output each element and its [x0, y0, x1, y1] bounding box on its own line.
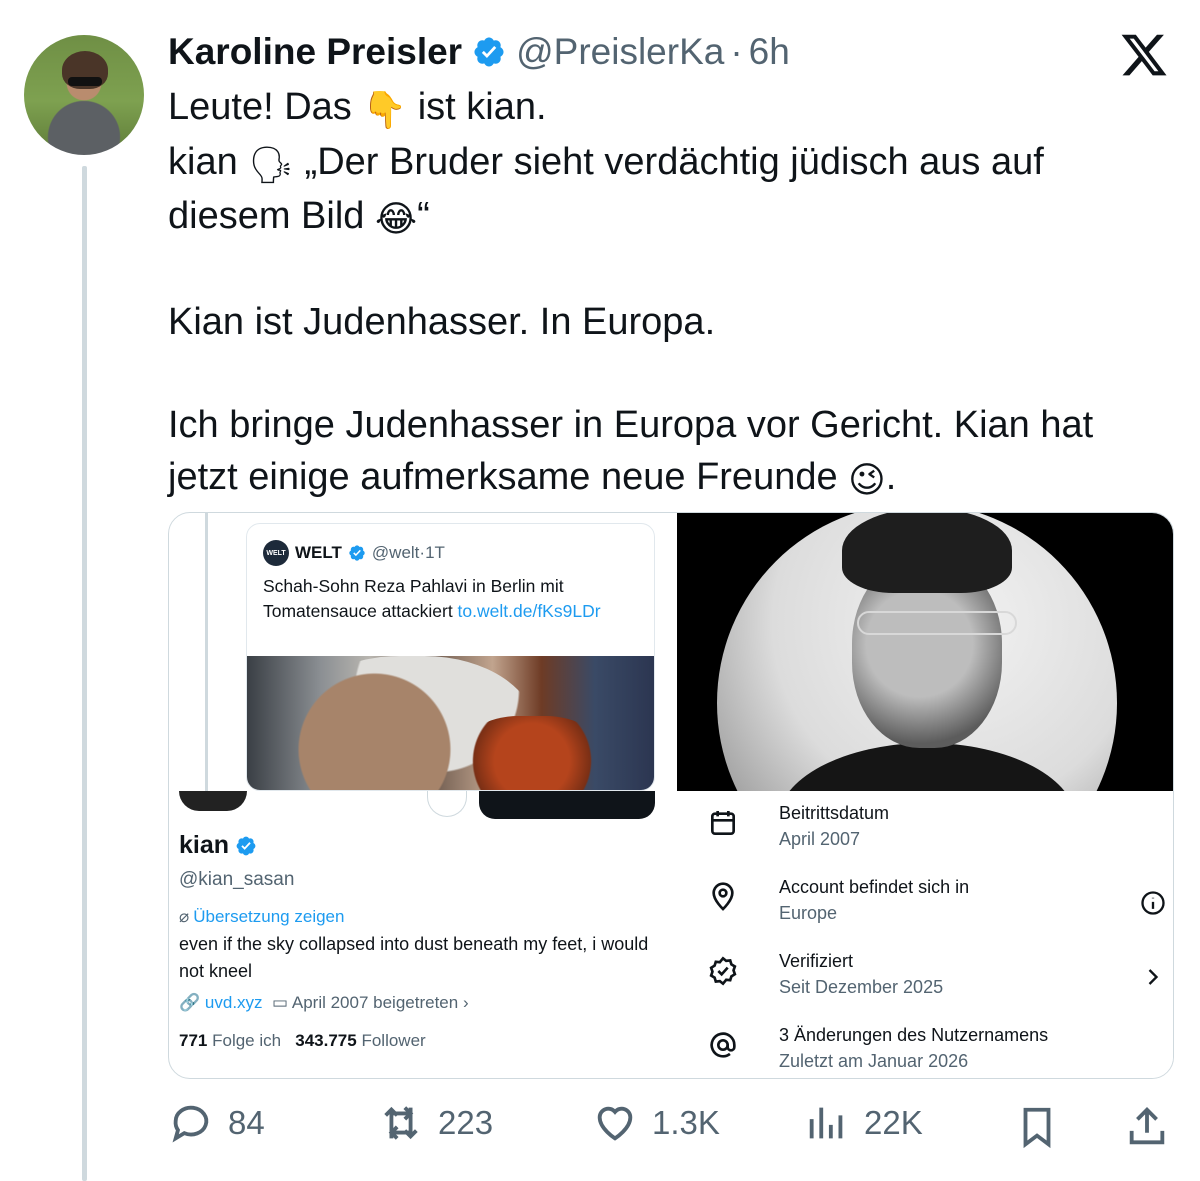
- photo-circle: [717, 513, 1117, 791]
- quoted-handle: @welt: [371, 543, 420, 562]
- screenshot-left: WELT WELT @welt · 1T Schah-Sohn Reza Pah…: [169, 513, 677, 1078]
- quoted-tweet[interactable]: WELT WELT @welt · 1T Schah-Sohn Reza Pah…: [246, 523, 655, 791]
- about-sub: Seit Dezember 2025: [779, 977, 944, 997]
- thread-line: [82, 166, 87, 1181]
- verified-badge-icon: [474, 37, 504, 67]
- profile-website: uvd.xyz: [204, 993, 263, 1012]
- author-avatar[interactable]: [24, 35, 144, 155]
- reply-icon: [172, 1105, 209, 1143]
- verified-badge-icon: [236, 836, 256, 855]
- about-title: Account befindet sich in: [779, 877, 970, 897]
- photo-glasses: [857, 611, 1017, 635]
- about-sub: April 2007: [779, 829, 861, 849]
- share-icon[interactable]: [1124, 1104, 1170, 1150]
- quote-thread-line: [205, 513, 208, 791]
- photo-hair: [842, 513, 1012, 593]
- post-text: Leute! Das 👇 ist kian. kian 🗣 „Der Brude…: [168, 82, 1178, 506]
- translate-icon: ⌀: [179, 907, 190, 926]
- author-handle[interactable]: @PreislerKa: [516, 30, 724, 74]
- like-count: 1.3K: [652, 1104, 720, 1141]
- about-title: 3 Änderungen des Nutzernamens: [779, 1025, 1049, 1045]
- tears-of-joy-emoji: 😂: [374, 199, 418, 240]
- repost-button[interactable]: 223: [378, 1100, 493, 1146]
- about-sub: Zuletzt am Januar 2026: [779, 1051, 969, 1071]
- reply-count: 84: [228, 1104, 265, 1141]
- profile-meta: 🔗 uvd.xyz ▭ April 2007 beigetreten ›: [179, 993, 469, 1013]
- post-time[interactable]: 6h: [749, 30, 790, 74]
- views-count: 22K: [864, 1104, 923, 1141]
- separator-dot: ·: [730, 31, 743, 72]
- avatar-sunglasses: [68, 77, 102, 86]
- about-title: Verifiziert: [779, 951, 854, 971]
- follow-button: [479, 791, 655, 819]
- translate-link: ⌀ Übersetzung zeigen: [179, 907, 345, 926]
- author-name[interactable]: Karoline Preisler: [168, 30, 462, 74]
- pointing-down-emoji: 👇: [362, 90, 408, 131]
- post-header: Karoline Preisler @PreislerKa · 6h: [168, 30, 790, 74]
- chevron-right-icon: [1148, 969, 1159, 985]
- x-logo-icon[interactable]: [1118, 30, 1170, 80]
- post-line-5: Ich bringe Judenhasser in Europa vor Ger…: [168, 404, 1094, 446]
- message-button: [427, 791, 467, 817]
- quoted-text: Schah-Sohn Reza Pahlavi in Berlin mit To…: [263, 576, 601, 621]
- post-line-2: kian 🗣 „Der Bruder sieht verdächtig jüdi…: [168, 137, 1178, 192]
- photo-shirt: [777, 743, 1077, 791]
- reply-button[interactable]: 84: [168, 1100, 265, 1146]
- verified-badge-icon: [709, 956, 737, 986]
- link-icon: 🔗: [179, 993, 201, 1012]
- post-line-6: jetzt einige aufmerksame neue Freunde 😉.: [168, 452, 1178, 507]
- calendar-icon: ▭: [272, 993, 289, 1012]
- at-sign-icon: [710, 1032, 736, 1058]
- bookmark-icon[interactable]: [1014, 1104, 1060, 1150]
- info-icon: [1141, 891, 1165, 915]
- about-sub: Europe: [779, 903, 838, 923]
- photo-sauce: [462, 716, 602, 790]
- about-title: Beitrittsdatum: [779, 803, 890, 823]
- post-line-4: Kian ist Judenhasser. In Europa.: [168, 301, 716, 343]
- action-bar: 84 223 1.3K 22K: [168, 1100, 1178, 1154]
- profile-joined: April 2007 beigetreten: [291, 993, 459, 1012]
- screenshot-right: Beitrittsdatum April 2007 Account befind…: [677, 513, 1173, 1078]
- heart-icon: [597, 1106, 633, 1141]
- welt-logo-icon: WELT: [263, 540, 289, 566]
- post-line-1: Leute! Das 👇 ist kian.: [168, 82, 1178, 137]
- profile-avatar: [179, 791, 247, 811]
- profile-name: kian: [179, 831, 230, 859]
- chevron-right-icon: ›: [462, 993, 469, 1012]
- views-button[interactable]: 22K: [804, 1100, 923, 1146]
- quoted-time: 1T: [425, 543, 445, 562]
- location-pin-icon: [712, 882, 734, 911]
- quoted-name: WELT: [295, 543, 342, 562]
- profile-photo: [677, 513, 1173, 791]
- followers-count: 343.775: [295, 1031, 357, 1050]
- profile-stats: 771 Folge ich 343.775 Follower: [179, 1031, 426, 1050]
- followed-by-row: [179, 1069, 659, 1078]
- like-button[interactable]: 1.3K: [592, 1100, 720, 1146]
- calendar-icon: [711, 811, 735, 835]
- following-count: 771: [179, 1031, 208, 1050]
- profile-name-row: kian: [179, 831, 257, 860]
- repost-icon: [384, 1106, 418, 1140]
- profile-handle: @kian_sasan: [179, 869, 295, 890]
- attached-image[interactable]: WELT WELT @welt · 1T Schah-Sohn Reza Pah…: [168, 512, 1174, 1079]
- speaking-head-emoji: 🗣: [248, 144, 294, 186]
- quoted-header: WELT WELT @welt · 1T: [263, 540, 445, 566]
- views-icon: [809, 1107, 843, 1139]
- profile-bio: even if the sky collapsed into dust bene…: [179, 934, 649, 981]
- repost-count: 223: [438, 1104, 494, 1141]
- post-line-3: diesem Bild 😂“: [168, 191, 1178, 246]
- winking-face-emoji: 😉: [848, 459, 886, 501]
- verified-badge-icon: [349, 545, 365, 561]
- quoted-link: to.welt.de/fKs9LDr: [457, 601, 601, 621]
- quoted-photo: [247, 656, 654, 790]
